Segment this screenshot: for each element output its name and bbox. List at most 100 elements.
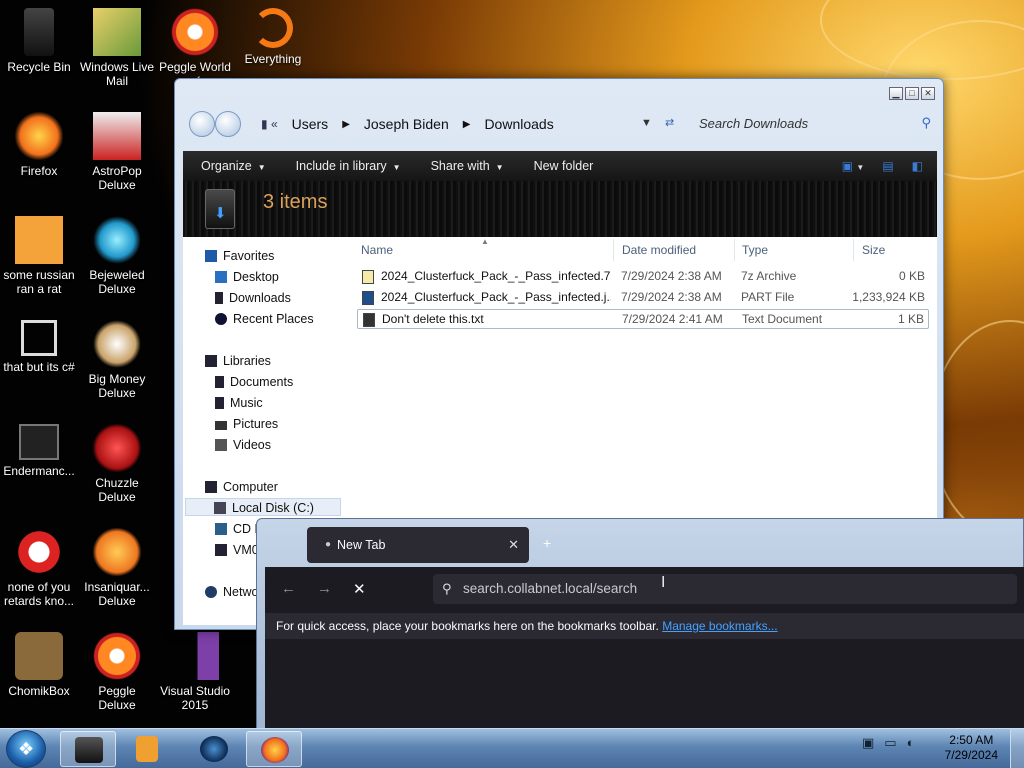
nav-label: Recent Places (233, 312, 314, 326)
taskbar-firefox[interactable] (246, 731, 302, 767)
file-row[interactable]: 2024_Clusterfuck_Pack_-_Pass_infected.j.… (357, 288, 929, 308)
desktop-icon-peggle-deluxe[interactable]: Peggle Deluxe (78, 632, 156, 712)
taskbar-globe[interactable] (186, 731, 242, 767)
preview-pane-icon[interactable]: ▤ (882, 159, 893, 173)
forward-arrow-icon[interactable]: → (317, 580, 332, 597)
stop-loading-icon[interactable]: ✕ (353, 580, 366, 598)
nav-label: Libraries (223, 354, 271, 368)
nav-computer[interactable]: Computer (205, 478, 278, 496)
command-bar: Organize ▼ Include in library ▼ Share with… (183, 151, 937, 181)
volume-icon[interactable]: ◐ (907, 735, 915, 751)
breadcrumb-users[interactable]: Users (292, 116, 329, 132)
tab-title: New Tab (337, 538, 386, 552)
explorer-icon (75, 737, 103, 763)
column-divider (853, 239, 854, 261)
taskbar-media-player[interactable] (122, 731, 178, 767)
window-controls: ▁ □ ✕ (889, 87, 935, 100)
desktop-icon-none[interactable]: none of you retards kno... (0, 528, 78, 608)
include-in-library-button[interactable]: Include in library ▼ (296, 159, 401, 173)
nav-label: Local Disk (C:) (232, 501, 314, 515)
browser-window[interactable]: ● New Tab ✕ + ← → ✕ ⚲ search.collabnet.l… (256, 518, 1024, 731)
nav-local-disk[interactable]: Local Disk (C:) (185, 498, 341, 516)
clock[interactable]: 2:50 AM 7/29/2024 (945, 733, 998, 763)
manage-bookmarks-link[interactable]: Manage bookmarks... (662, 619, 777, 633)
show-desktop-button[interactable] (1010, 729, 1024, 768)
file-name: Don't delete this.txt (382, 312, 484, 326)
nav-downloads[interactable]: Downloads (215, 289, 291, 307)
chomikbox-icon (15, 632, 63, 680)
nav-network[interactable]: Netwo (205, 583, 258, 601)
change-view-icon[interactable]: ▣ ▼ (842, 159, 865, 173)
desktop-icon-chomikbox[interactable]: ChomikBox (0, 632, 78, 698)
address-dropdown-icon[interactable]: ▼ (641, 117, 652, 129)
nav-desktop[interactable]: Desktop (215, 268, 279, 286)
wallpaper-swirl (820, 0, 1024, 80)
desktop-icon-chuzzle[interactable]: Chuzzle Deluxe (78, 424, 156, 504)
file-date: 7/29/2024 2:38 AM (621, 290, 722, 304)
search-icon[interactable]: ⚲ (921, 115, 931, 131)
close-tab-icon[interactable]: ✕ (508, 527, 519, 563)
share-with-button[interactable]: Share with ▼ (431, 159, 504, 173)
nav-music[interactable]: Music (215, 394, 263, 412)
desktop-icon-astropop[interactable]: AstroPop Deluxe (78, 112, 156, 192)
nav-documents[interactable]: Documents (215, 373, 293, 391)
taskbar-explorer[interactable] (60, 731, 116, 767)
organize-button[interactable]: Organize ▼ (201, 159, 266, 173)
desktop-icon-csharp[interactable]: that but its c# (0, 320, 78, 374)
desktop-icon-everything[interactable]: Everything (234, 8, 312, 66)
nav-recent-places[interactable]: Recent Places (215, 310, 314, 328)
part-file-icon (362, 291, 374, 305)
column-header-name[interactable]: Name (361, 243, 393, 257)
nav-pictures[interactable]: Pictures (215, 415, 278, 433)
forward-button[interactable] (215, 111, 241, 137)
new-folder-button[interactable]: New folder (534, 159, 594, 173)
cd-drive-icon (215, 523, 227, 535)
url-bar[interactable]: ⚲ search.collabnet.local/search I (433, 574, 1017, 604)
tray-app-icon[interactable]: ▣ (862, 735, 874, 751)
nav-favorites[interactable]: Favorites (205, 247, 274, 265)
media-player-icon (136, 736, 158, 762)
maximize-button[interactable]: □ (905, 87, 919, 100)
breadcrumb-downloads[interactable]: Downloads (484, 116, 553, 132)
new-tab-icon[interactable]: + (543, 535, 551, 551)
desktop-icon-windows-live-mail[interactable]: Windows Live Mail (78, 8, 156, 88)
desktop-icon-peggle-world[interactable]: Peggle World of (156, 8, 234, 88)
desktop-icon-rat[interactable]: some russian ran a rat (0, 216, 78, 296)
close-button[interactable]: ✕ (921, 87, 935, 100)
share-label: Share with (430, 159, 490, 173)
search-input[interactable]: Search Downloads ⚲ (691, 112, 937, 136)
star-icon (205, 250, 217, 262)
taskbar: ❖ ▣ ▭ ◐ 2:50 AM 7/29/2024 (0, 728, 1024, 768)
breadcrumb-user[interactable]: Joseph Biden (364, 116, 449, 132)
file-row[interactable]: Don't delete this.txt 7/29/2024 2:41 AM … (357, 309, 929, 329)
column-header-type[interactable]: Type (742, 243, 768, 257)
desktop-icon-firefox[interactable]: Firefox (0, 112, 78, 178)
bigmoney-icon (93, 320, 141, 368)
column-header-date[interactable]: Date modified (622, 243, 696, 257)
refresh-icon[interactable]: ⇄ (665, 117, 674, 129)
file-row[interactable]: 2024_Clusterfuck_Pack_-_Pass_infected.7z… (357, 267, 929, 287)
desktop-icon-insaniquarium[interactable]: Insaniquar... Deluxe (78, 528, 156, 608)
help-icon[interactable]: ◧ (912, 159, 923, 173)
desktop-icon-big-money[interactable]: Big Money Deluxe (78, 320, 156, 400)
address-bar[interactable]: ▮ « Users ▶ Joseph Biden ▶ Downloads (261, 112, 701, 136)
start-button[interactable]: ❖ (6, 730, 46, 768)
nav-vm-drive[interactable]: VM0 (215, 541, 259, 559)
network-icon[interactable]: ▭ (884, 735, 896, 751)
breadcrumb-separator-icon: ▶ (462, 118, 471, 130)
firefox-icon (15, 112, 63, 160)
clock-date: 7/29/2024 (944, 748, 998, 762)
nav-libraries[interactable]: Libraries (205, 352, 271, 370)
desktop-icon-bejeweled[interactable]: Bejeweled Deluxe (78, 216, 156, 296)
desktop-icon-endermanch[interactable]: Endermanc... (0, 424, 78, 478)
minimize-button[interactable]: ▁ (889, 87, 903, 100)
nav-videos[interactable]: Videos (215, 436, 271, 454)
back-button[interactable] (189, 111, 215, 137)
desktop-icon-recycle-bin[interactable]: Recycle Bin (0, 8, 78, 74)
tab-new-tab[interactable]: ● New Tab ✕ (307, 527, 529, 563)
back-arrow-icon[interactable]: ← (281, 580, 296, 597)
item-count: 3 items (263, 191, 328, 213)
column-header-size[interactable]: Size (862, 243, 885, 257)
desktop-icon-visual-studio[interactable]: Visual Studio 2015 (156, 632, 234, 712)
peggle-icon (93, 632, 141, 680)
